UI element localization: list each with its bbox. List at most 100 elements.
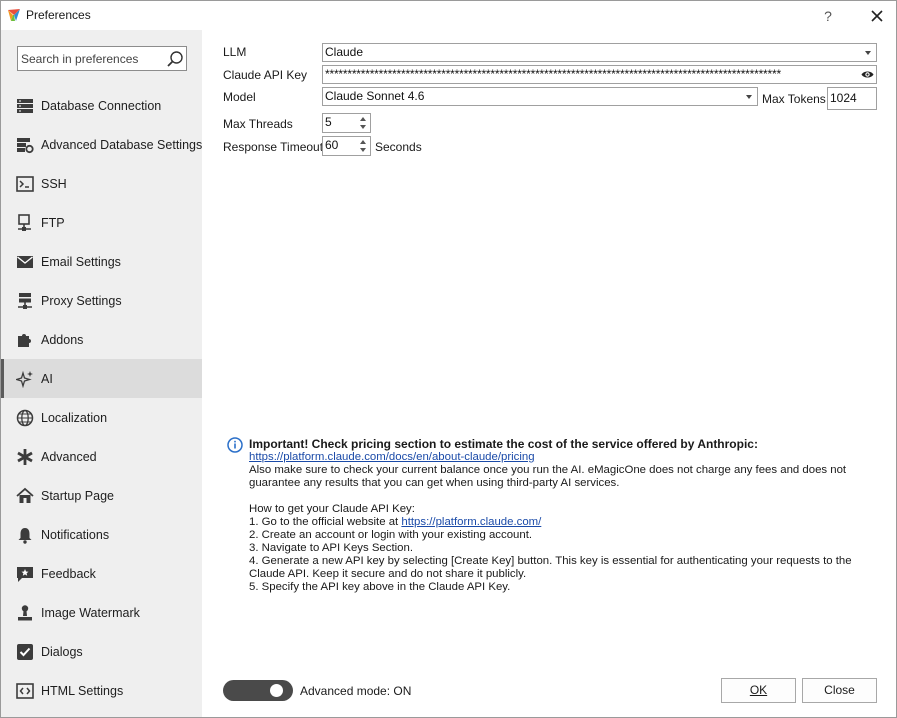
spin-arrows-icon[interactable]: [356, 114, 370, 132]
ok-button[interactable]: OK: [721, 678, 796, 703]
platform-link[interactable]: https://platform.claude.com/: [401, 516, 541, 528]
sidebar-item-label: Notifications: [41, 527, 110, 542]
database-icon: [17, 98, 33, 113]
chevron-down-icon: [865, 51, 871, 55]
sidebar-item-label: Advanced: [41, 449, 97, 464]
advanced-mode-toggle[interactable]: [223, 680, 293, 701]
llm-label: LLM: [223, 45, 247, 59]
asterisk-icon: [17, 448, 33, 465]
globe-icon: [16, 409, 34, 426]
sidebar-item-image-watermark[interactable]: Image Watermark: [1, 593, 202, 632]
sidebar-nav: Database Connection Advanced Database Se…: [1, 86, 202, 710]
sidebar-item-label: Image Watermark: [41, 605, 140, 620]
sidebar-item-label: Proxy Settings: [41, 293, 122, 308]
search-box[interactable]: [17, 46, 187, 71]
envelope-icon: [17, 255, 33, 268]
timeout-value: 60: [325, 138, 339, 152]
step-2: 2. Create an account or login with your …: [249, 529, 533, 541]
step-1: 1. Go to the official website at https:/…: [249, 516, 542, 528]
sidebar-item-html-settings[interactable]: HTML Settings: [1, 671, 202, 710]
home-icon: [16, 487, 34, 503]
close-window-button[interactable]: [865, 5, 889, 27]
pricing-link[interactable]: https://platform.claude.com/docs/en/abou…: [249, 451, 535, 463]
sidebar-item-label: Advanced Database Settings: [41, 137, 203, 152]
app-logo-icon: [8, 9, 20, 21]
sidebar-item-ai[interactable]: AI: [1, 359, 202, 398]
model-label: Model: [223, 90, 256, 104]
checkbox-icon: [17, 643, 33, 660]
balance-note: Also make sure to check your current bal…: [249, 464, 847, 489]
help-icon: ?: [824, 8, 832, 24]
info-icon: [227, 437, 243, 453]
api-key-value: ****************************************…: [325, 67, 781, 81]
help-button[interactable]: ?: [817, 5, 839, 27]
max-threads-spinbox[interactable]: 5: [322, 113, 371, 133]
terminal-icon: [16, 175, 34, 192]
api-key-input[interactable]: ****************************************…: [322, 65, 877, 84]
ok-button-label: OK: [749, 683, 768, 697]
info-notice: Important! Check pricing section to esti…: [249, 438, 879, 594]
eye-icon[interactable]: [861, 69, 874, 80]
sidebar-item-label: Database Connection: [41, 98, 162, 113]
title-bar: Preferences ?: [1, 1, 896, 30]
api-key-label: Claude API Key: [223, 68, 308, 82]
sidebar-item-startup-page[interactable]: Startup Page: [1, 476, 202, 515]
sidebar-item-database-connection[interactable]: Database Connection: [1, 86, 202, 125]
timeout-unit: Seconds: [375, 140, 422, 154]
preferences-window: Preferences ? Database Connection: [0, 0, 897, 718]
sidebar-item-label: Startup Page: [41, 488, 114, 503]
sidebar-item-label: Dialogs: [41, 644, 83, 659]
close-button-label: Close: [824, 683, 855, 697]
model-select-value: Claude Sonnet 4.6: [325, 89, 425, 103]
step-4: 4. Generate a new API key by selecting […: [249, 555, 852, 580]
max-tokens-label: Max Tokens: [762, 92, 826, 106]
sidebar-item-feedback[interactable]: Feedback: [1, 554, 202, 593]
sidebar-item-ssh[interactable]: SSH: [1, 164, 202, 203]
step-3: 3. Navigate to API Keys Section.: [249, 542, 413, 554]
sidebar-item-label: FTP: [41, 215, 65, 230]
sidebar-item-localization[interactable]: Localization: [1, 398, 202, 437]
puzzle-icon: [18, 333, 31, 347]
sidebar-item-label: Addons: [41, 332, 84, 347]
spin-arrows-icon[interactable]: [356, 137, 370, 155]
sidebar-item-advanced-database-settings[interactable]: Advanced Database Settings: [1, 125, 202, 164]
howto-title: How to get your Claude API Key:: [249, 503, 415, 515]
close-icon: [871, 10, 883, 22]
person-stamp-icon: [18, 604, 32, 620]
timeout-spinbox[interactable]: 60: [322, 136, 371, 156]
sidebar-item-dialogs[interactable]: Dialogs: [1, 632, 202, 671]
code-icon: [16, 682, 34, 699]
max-threads-value: 5: [325, 115, 332, 129]
search-icon[interactable]: [166, 50, 184, 68]
llm-select[interactable]: Claude: [322, 43, 877, 62]
model-select[interactable]: Claude Sonnet 4.6: [322, 87, 758, 106]
max-tokens-value: 1024: [830, 91, 857, 105]
step-5: 5. Specify the API key above in the Clau…: [249, 581, 511, 593]
max-threads-label: Max Threads: [223, 117, 293, 131]
window-title: Preferences: [26, 8, 91, 22]
sidebar-item-label: Localization: [41, 410, 108, 425]
sidebar-item-label: AI: [41, 371, 53, 386]
chevron-down-icon: [746, 95, 752, 99]
sidebar: Database Connection Advanced Database Se…: [1, 30, 202, 717]
sidebar-item-addons[interactable]: Addons: [1, 320, 202, 359]
search-input[interactable]: [21, 50, 161, 67]
toggle-knob: [270, 684, 283, 697]
sidebar-item-label: Feedback: [41, 566, 96, 581]
sidebar-item-proxy-settings[interactable]: Proxy Settings: [1, 281, 202, 320]
sidebar-item-notifications[interactable]: Notifications: [1, 515, 202, 554]
info-heading: Important! Check pricing section to esti…: [249, 437, 758, 451]
sparkle-icon: [16, 370, 33, 388]
sidebar-item-label: HTML Settings: [41, 683, 124, 698]
sidebar-item-ftp[interactable]: FTP: [1, 203, 202, 242]
feedback-icon: [17, 566, 33, 582]
close-button[interactable]: Close: [802, 678, 877, 703]
sidebar-item-email-settings[interactable]: Email Settings: [1, 242, 202, 281]
sidebar-item-label: SSH: [41, 176, 67, 191]
bell-icon: [18, 527, 32, 544]
timeout-label: Response Timeout: [223, 140, 324, 154]
max-tokens-input[interactable]: 1024: [827, 87, 877, 110]
llm-select-value: Claude: [325, 45, 364, 59]
advanced-mode-label: Advanced mode: ON: [300, 684, 412, 698]
sidebar-item-advanced[interactable]: Advanced: [1, 437, 202, 476]
